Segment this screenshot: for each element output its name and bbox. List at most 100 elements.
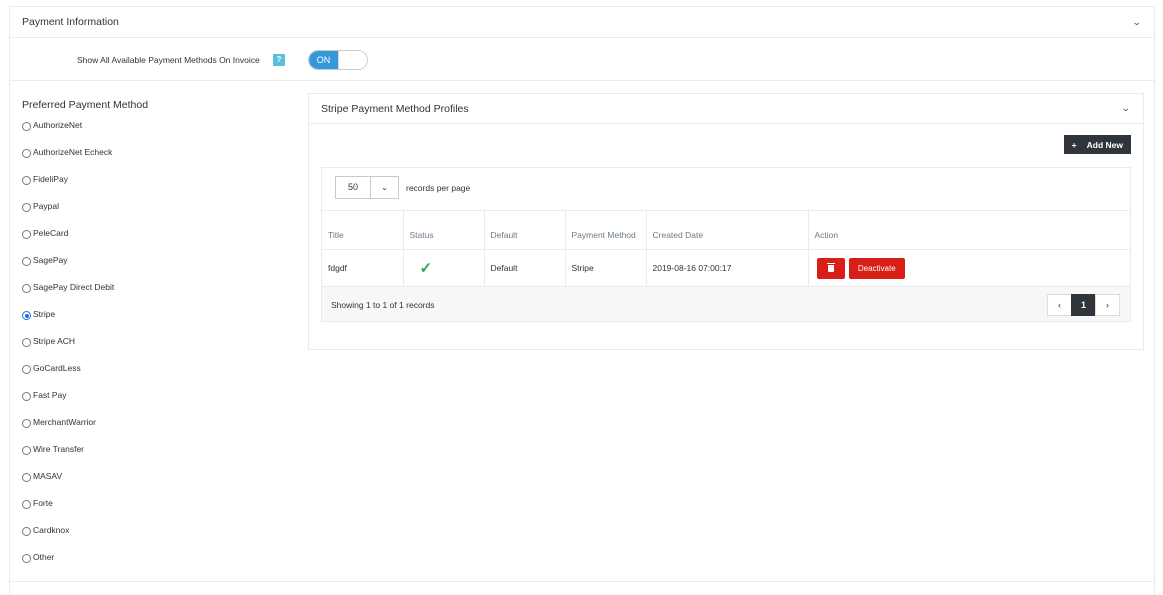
stripe-profiles-panel: Stripe Payment Method Profiles ⌄ + Add N… — [308, 93, 1144, 350]
column-header-created-date[interactable]: Created Date — [646, 210, 809, 250]
deactivate-button[interactable]: Deactivate — [848, 257, 905, 279]
payment-method-option[interactable]: Other — [22, 552, 114, 579]
chevron-down-icon[interactable]: ⌄ — [1121, 103, 1131, 114]
payment-method-option[interactable]: Stripe ACH — [22, 336, 114, 363]
radio-button[interactable] — [22, 473, 31, 482]
cell-action: Deactivate — [808, 250, 1130, 287]
payment-method-option[interactable]: Paypal — [22, 201, 114, 228]
divider — [10, 581, 1154, 582]
radio-button[interactable] — [22, 230, 31, 239]
payment-method-label: Other — [33, 552, 55, 562]
payment-method-label: PeleCard — [33, 228, 69, 238]
column-header-status[interactable]: Status — [403, 210, 485, 250]
radio-button[interactable] — [22, 365, 31, 374]
page-button-current[interactable]: 1 — [1071, 294, 1096, 316]
payment-method-option[interactable]: MerchantWarrior — [22, 417, 114, 444]
prev-page-button[interactable]: ‹ — [1047, 294, 1072, 316]
column-header-action: Action — [808, 210, 1130, 250]
records-per-page-value: 50 — [336, 177, 371, 198]
radio-button[interactable] — [22, 284, 31, 293]
payment-method-option[interactable]: Wire Transfer — [22, 444, 114, 471]
invoice-methods-toggle[interactable]: ON — [308, 50, 368, 70]
payment-method-label: Stripe ACH — [33, 336, 76, 346]
invoice-methods-label: Show All Available Payment Methods On In… — [77, 55, 260, 65]
table-header-row: Title Status Default Payment Method Crea… — [322, 210, 1130, 250]
radio-button[interactable] — [22, 554, 31, 563]
radio-button[interactable] — [22, 500, 31, 509]
records-per-page-select[interactable]: 50 ⌄ — [335, 176, 399, 199]
delete-button[interactable] — [816, 257, 845, 279]
chevron-down-icon[interactable]: ⌄ — [1132, 17, 1142, 28]
toggle-on-label: ON — [309, 51, 338, 69]
payment-method-label: Forte — [33, 498, 53, 508]
payment-method-option[interactable]: Cardknox — [22, 525, 114, 552]
cell-created-date: 2019-08-16 07:00:17 — [646, 249, 809, 287]
stripe-panel-title: Stripe Payment Method Profiles — [321, 102, 469, 115]
profiles-grid: 50 ⌄ records per page Title Status Defau… — [321, 167, 1131, 322]
radio-button[interactable] — [22, 311, 31, 320]
payment-method-label: Stripe — [33, 309, 56, 319]
payment-method-option[interactable]: AuthorizeNet — [22, 120, 114, 147]
payment-method-option[interactable]: AuthorizeNet Echeck — [22, 147, 114, 174]
payment-method-option[interactable]: Forte — [22, 498, 114, 525]
cell-default: Default — [484, 249, 566, 287]
payment-method-label: SagePay — [33, 255, 68, 265]
payment-method-option[interactable]: Stripe — [22, 309, 114, 336]
radio-button[interactable] — [22, 203, 31, 212]
toggle-knob — [338, 51, 367, 69]
chevron-down-icon: ⌄ — [381, 183, 388, 192]
radio-button[interactable] — [22, 446, 31, 455]
payment-method-option[interactable]: Fast Pay — [22, 390, 114, 417]
checkmark-icon: ✓ — [419, 260, 433, 278]
radio-button[interactable] — [22, 149, 31, 158]
payment-method-label: AuthorizeNet — [33, 120, 83, 130]
invoice-methods-row: Show All Available Payment Methods On In… — [10, 38, 1154, 81]
payment-method-label: Fast Pay — [33, 390, 67, 400]
radio-button[interactable] — [22, 338, 31, 347]
payment-method-label: Paypal — [33, 201, 59, 211]
payment-method-label: SagePay Direct Debit — [33, 282, 115, 292]
next-page-button[interactable]: › — [1095, 294, 1120, 316]
radio-button[interactable] — [22, 392, 31, 401]
table-row: fdgdf ✓ Default Stripe 2019-08-16 07:00:… — [322, 249, 1130, 287]
add-new-button[interactable]: + Add New — [1063, 135, 1131, 154]
payment-method-option[interactable]: FideliPay — [22, 174, 114, 201]
cell-payment-method: Stripe — [565, 249, 647, 287]
preferred-method-title: Preferred Payment Method — [22, 99, 149, 111]
radio-button[interactable] — [22, 527, 31, 536]
payment-method-option[interactable]: SagePay — [22, 255, 114, 282]
table-footer: Showing 1 to 1 of 1 records ‹ 1 › — [322, 286, 1130, 321]
add-new-label: Add New — [1086, 139, 1123, 150]
column-header-default[interactable]: Default — [484, 210, 566, 250]
pagination: ‹ 1 › — [1047, 294, 1120, 316]
records-summary: Showing 1 to 1 of 1 records — [331, 300, 435, 310]
column-header-title[interactable]: Title — [322, 210, 404, 250]
payment-method-option[interactable]: MASAV — [22, 471, 114, 498]
panel-title: Payment Information — [22, 16, 119, 28]
column-header-payment-method[interactable]: Payment Method — [565, 210, 647, 250]
trash-icon — [826, 262, 835, 272]
payment-method-label: Cardknox — [33, 525, 70, 535]
radio-button[interactable] — [22, 122, 31, 131]
payment-method-label: AuthorizeNet Echeck — [33, 147, 113, 157]
stripe-panel-header[interactable]: Stripe Payment Method Profiles ⌄ — [309, 94, 1143, 124]
radio-button[interactable] — [22, 419, 31, 428]
radio-button[interactable] — [22, 176, 31, 185]
panel-header[interactable]: Payment Information ⌄ — [10, 7, 1154, 38]
payment-method-option[interactable]: PeleCard — [22, 228, 114, 255]
radio-button[interactable] — [22, 257, 31, 266]
payment-method-label: MerchantWarrior — [33, 417, 96, 427]
payment-method-option[interactable]: SagePay Direct Debit — [22, 282, 114, 309]
payment-information-panel: Payment Information ⌄ Show All Available… — [9, 6, 1155, 595]
payment-method-option[interactable]: GoCardLess — [22, 363, 114, 390]
plus-icon: + — [1071, 139, 1077, 150]
payment-method-label: FideliPay — [33, 174, 68, 184]
cell-title: fdgdf — [322, 249, 404, 287]
cell-status: ✓ — [403, 249, 485, 287]
payment-method-label: MASAV — [33, 471, 63, 481]
payment-method-label: GoCardLess — [33, 363, 81, 373]
records-per-page-label: records per page — [406, 182, 471, 193]
help-icon[interactable]: ? — [273, 54, 285, 66]
payment-method-label: Wire Transfer — [33, 444, 85, 454]
profiles-table: Title Status Default Payment Method Crea… — [322, 210, 1130, 287]
